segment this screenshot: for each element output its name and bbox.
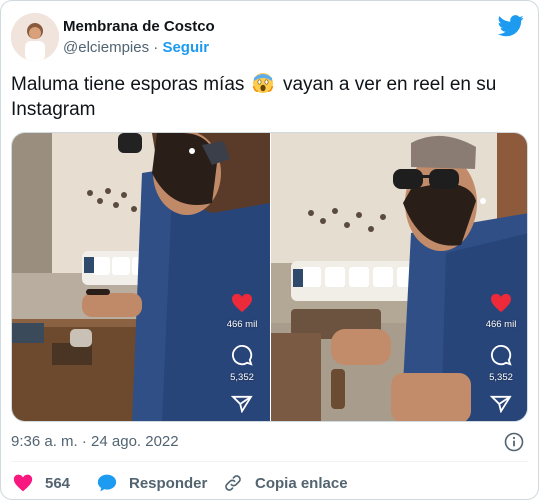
copy-link-label: Copia enlace: [255, 474, 348, 492]
tweet-media[interactable]: 466 mil 5,352 466 mil 5,352: [11, 132, 528, 422]
actions-divider: [11, 461, 528, 462]
like-count-right: 466 mil: [485, 319, 517, 330]
tweet-header: Membrana de Costco @elciempies · Seguir: [11, 13, 528, 63]
heart-icon[interactable]: [490, 293, 512, 313]
comment-icon[interactable]: [231, 344, 253, 366]
reply-label: Responder: [129, 474, 208, 492]
screaming-face-emoji-icon: [252, 73, 273, 93]
author-names: Membrana de Costco @elciempies · Seguir: [63, 17, 215, 58]
twitter-bird-icon[interactable]: [498, 15, 524, 37]
link-icon: [225, 475, 241, 491]
tweet-actions: 564 Responder Copia enlace: [11, 471, 531, 495]
reel-sidebar-left: 466 mil 5,352: [224, 293, 260, 413]
avatar[interactable]: [11, 13, 59, 61]
send-icon[interactable]: [490, 395, 512, 413]
send-icon[interactable]: [231, 395, 253, 413]
handle-separator: ·: [153, 39, 159, 56]
tweet-timestamp[interactable]: 9:36 a. m. · 24 ago. 2022: [11, 432, 179, 452]
reply-button[interactable]: Responder: [97, 471, 207, 495]
tweet-text: Maluma tiene esporas mías vayan a ver en…: [11, 72, 530, 122]
media-frame-left[interactable]: 466 mil 5,352: [12, 133, 270, 421]
copy-link-button[interactable]: Copia enlace: [223, 471, 348, 495]
media-frame-right[interactable]: 466 mil 5,352: [271, 133, 527, 421]
author-display-name[interactable]: Membrana de Costco: [63, 17, 215, 37]
tweet-card: Membrana de Costco @elciempies · Seguir …: [0, 0, 539, 500]
follow-button[interactable]: Seguir: [162, 39, 209, 56]
heart-icon[interactable]: [231, 293, 253, 313]
author-handle[interactable]: @elciempies: [63, 39, 149, 56]
comment-count-right: 5,352: [489, 372, 513, 383]
info-icon[interactable]: [504, 432, 524, 452]
author-subline: @elciempies · Seguir: [63, 38, 215, 58]
reply-bubble-icon: [97, 474, 117, 492]
tweet-text-part1: Maluma tiene esporas mías: [11, 74, 245, 95]
heart-icon: [13, 474, 33, 492]
comment-count-left: 5,352: [230, 372, 254, 383]
reel-sidebar-right: 466 mil 5,352: [483, 293, 519, 413]
like-count-left: 466 mil: [226, 319, 258, 330]
like-count: 564: [45, 474, 71, 492]
like-button[interactable]: 564: [13, 471, 70, 495]
comment-icon[interactable]: [490, 344, 512, 366]
